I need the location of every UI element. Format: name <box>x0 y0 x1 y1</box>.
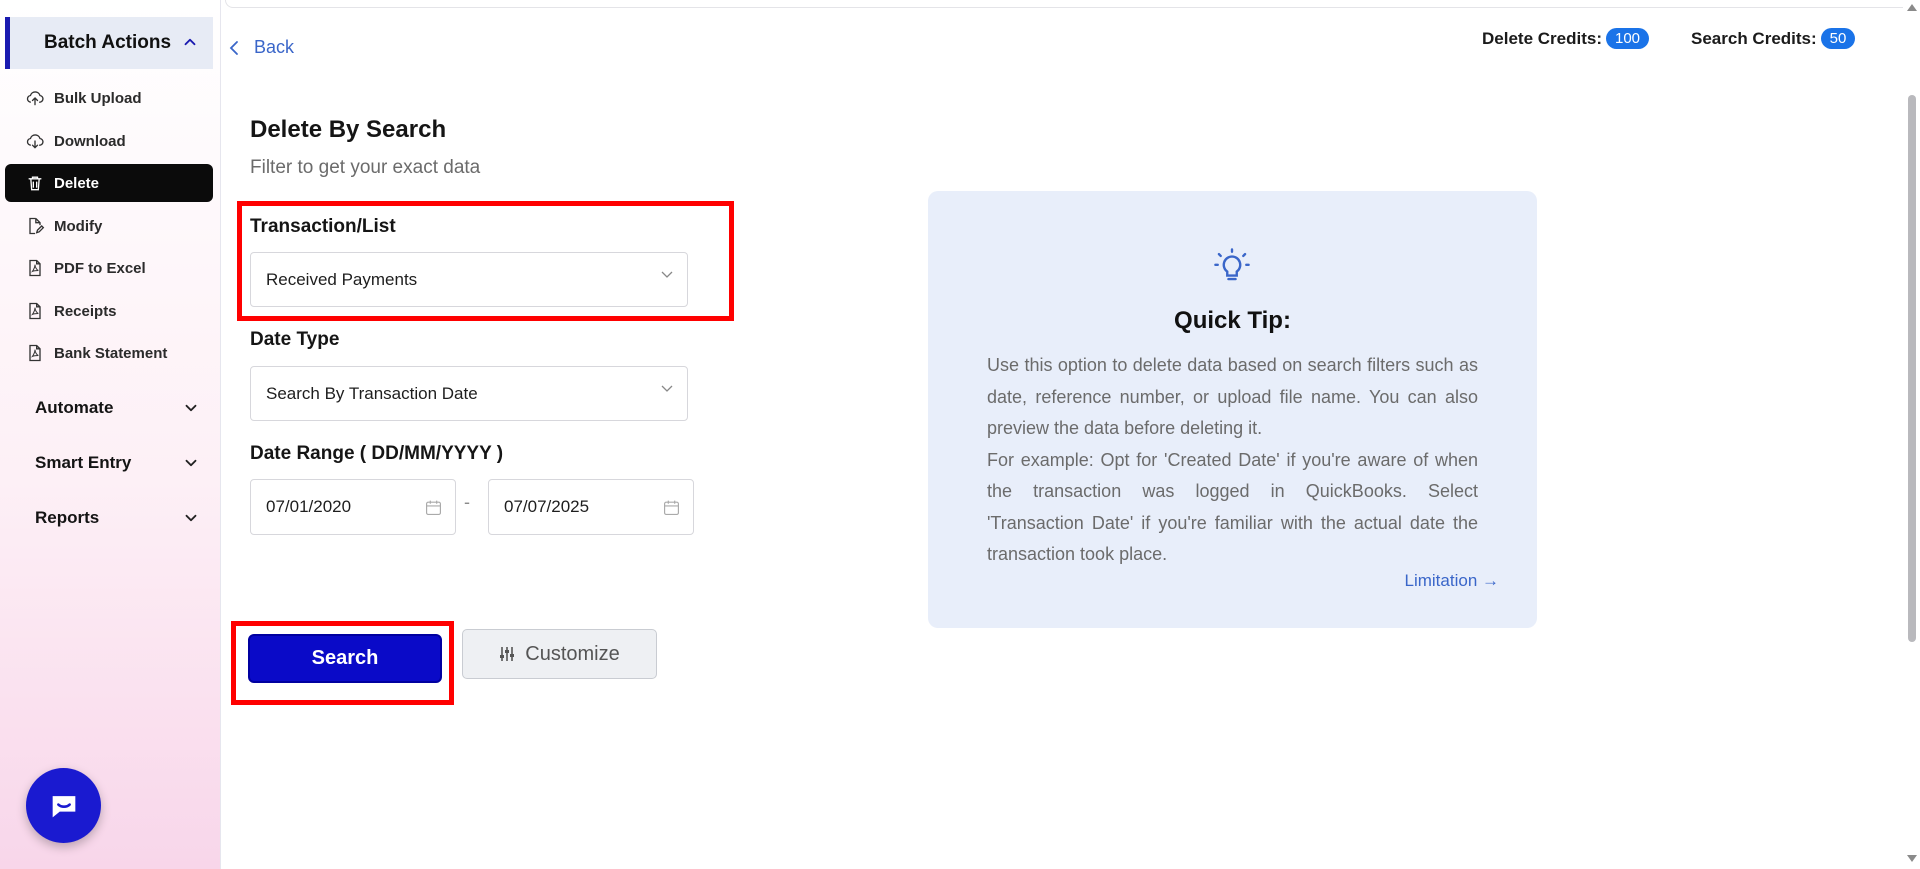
chat-button[interactable] <box>26 768 101 843</box>
calendar-icon <box>664 500 679 515</box>
chevron-left-icon <box>229 40 238 55</box>
delete-credits-label: Delete Credits: <box>1482 28 1602 48</box>
scrollbar[interactable] <box>1903 0 1920 869</box>
scrollbar-thumb[interactable] <box>1908 95 1916 642</box>
cloud-upload-icon <box>26 91 44 106</box>
sidebar-item-label: Bank Statement <box>54 344 168 362</box>
quick-tip-card: Quick Tip: Use this option to delete dat… <box>928 191 1537 628</box>
quick-tip-title: Quick Tip: <box>1174 307 1291 334</box>
pdf-file-icon <box>29 344 41 362</box>
sidebar-item-label: Receipts <box>54 302 117 320</box>
sidebar-item-download[interactable]: Download <box>5 122 213 160</box>
search-credits: Search Credits: 50 <box>1691 28 1856 49</box>
delete-credits-badge: 100 <box>1605 28 1650 49</box>
date-range-label: Date Range ( DD/MM/YYYY ) <box>250 443 504 464</box>
file-edit-icon <box>29 217 45 235</box>
limitation-link[interactable]: Limitation → <box>1405 571 1499 591</box>
sidebar-item-label: Modify <box>54 217 103 235</box>
sidebar-item-bulk-upload[interactable]: Bulk Upload <box>5 79 213 117</box>
highlight-box-search <box>231 621 454 705</box>
scroll-up-arrow-icon[interactable] <box>1907 4 1917 11</box>
page-subtitle: Filter to get your exact data <box>250 157 481 178</box>
back-label: Back <box>254 37 295 57</box>
date-type-select[interactable]: Search By Transaction Date <box>250 366 688 421</box>
highlight-box-transaction <box>237 201 734 321</box>
date-range-separator: - <box>464 492 470 512</box>
lightbulb-icon <box>1214 248 1250 281</box>
date-type-value: Search By Transaction Date <box>266 383 478 403</box>
sidebar-group-label: Reports <box>35 508 100 527</box>
date-to-input[interactable]: 07/07/2025 <box>488 479 694 535</box>
date-to-value: 07/07/2025 <box>504 497 590 516</box>
customize-button[interactable]: Customize <box>462 629 657 679</box>
search-credits-label: Search Credits: <box>1691 28 1817 48</box>
page-title: Delete By Search <box>250 116 447 143</box>
quick-tip-body: Use this option to delete data based on … <box>987 350 1478 571</box>
sidebar-group-automate[interactable]: Automate <box>35 393 200 423</box>
date-from-value: 07/01/2020 <box>266 497 352 516</box>
sidebar-group-smart-entry[interactable]: Smart Entry <box>35 448 200 478</box>
sidebar: Batch Actions Bulk Upload Download Delet… <box>0 0 221 869</box>
chevron-down-icon <box>185 404 197 412</box>
chevron-down-icon <box>661 385 673 392</box>
sidebar-item-bank-statement[interactable]: Bank Statement <box>5 334 213 372</box>
sidebar-section-label: Batch Actions <box>44 32 172 53</box>
cloud-download-icon <box>26 134 44 149</box>
trash-icon <box>28 176 42 191</box>
sidebar-group-label: Automate <box>35 398 114 417</box>
pdf-file-icon <box>29 302 41 320</box>
sidebar-item-delete[interactable]: Delete <box>5 164 213 202</box>
chevron-down-icon <box>185 514 197 522</box>
sidebar-item-label: PDF to Excel <box>54 259 146 277</box>
chevron-up-icon <box>184 38 196 46</box>
top-bar-edge <box>225 0 1910 8</box>
chevron-down-icon <box>185 459 197 467</box>
pdf-file-icon <box>29 259 41 277</box>
sidebar-item-label: Delete <box>54 174 100 192</box>
date-type-label: Date Type <box>250 329 340 350</box>
calendar-icon <box>426 500 441 515</box>
customize-label: Customize <box>525 642 620 665</box>
delete-credits: Delete Credits: 100 <box>1482 28 1650 49</box>
sidebar-group-label: Smart Entry <box>35 453 132 472</box>
quick-tip-paragraph: Use this option to delete data based on … <box>987 355 1478 438</box>
sliders-icon <box>500 647 515 661</box>
sidebar-group-reports[interactable]: Reports <box>35 503 200 533</box>
sidebar-item-modify[interactable]: Modify <box>5 207 213 245</box>
back-link[interactable]: Back <box>228 37 294 58</box>
quick-tip-paragraph: For example: Opt for 'Created Date' if y… <box>987 449 1478 565</box>
sidebar-item-pdf-to-excel[interactable]: PDF to Excel <box>5 249 213 287</box>
scroll-down-arrow-icon[interactable] <box>1907 855 1917 862</box>
chat-bubble-icon <box>52 795 75 817</box>
date-from-input[interactable]: 07/01/2020 <box>250 479 456 535</box>
sidebar-section-batch-actions[interactable]: Batch Actions <box>5 17 213 69</box>
search-credits-badge: 50 <box>1820 28 1856 49</box>
sidebar-item-label: Bulk Upload <box>54 89 142 107</box>
sidebar-item-receipts[interactable]: Receipts <box>5 292 213 330</box>
sidebar-item-label: Download <box>54 132 126 150</box>
